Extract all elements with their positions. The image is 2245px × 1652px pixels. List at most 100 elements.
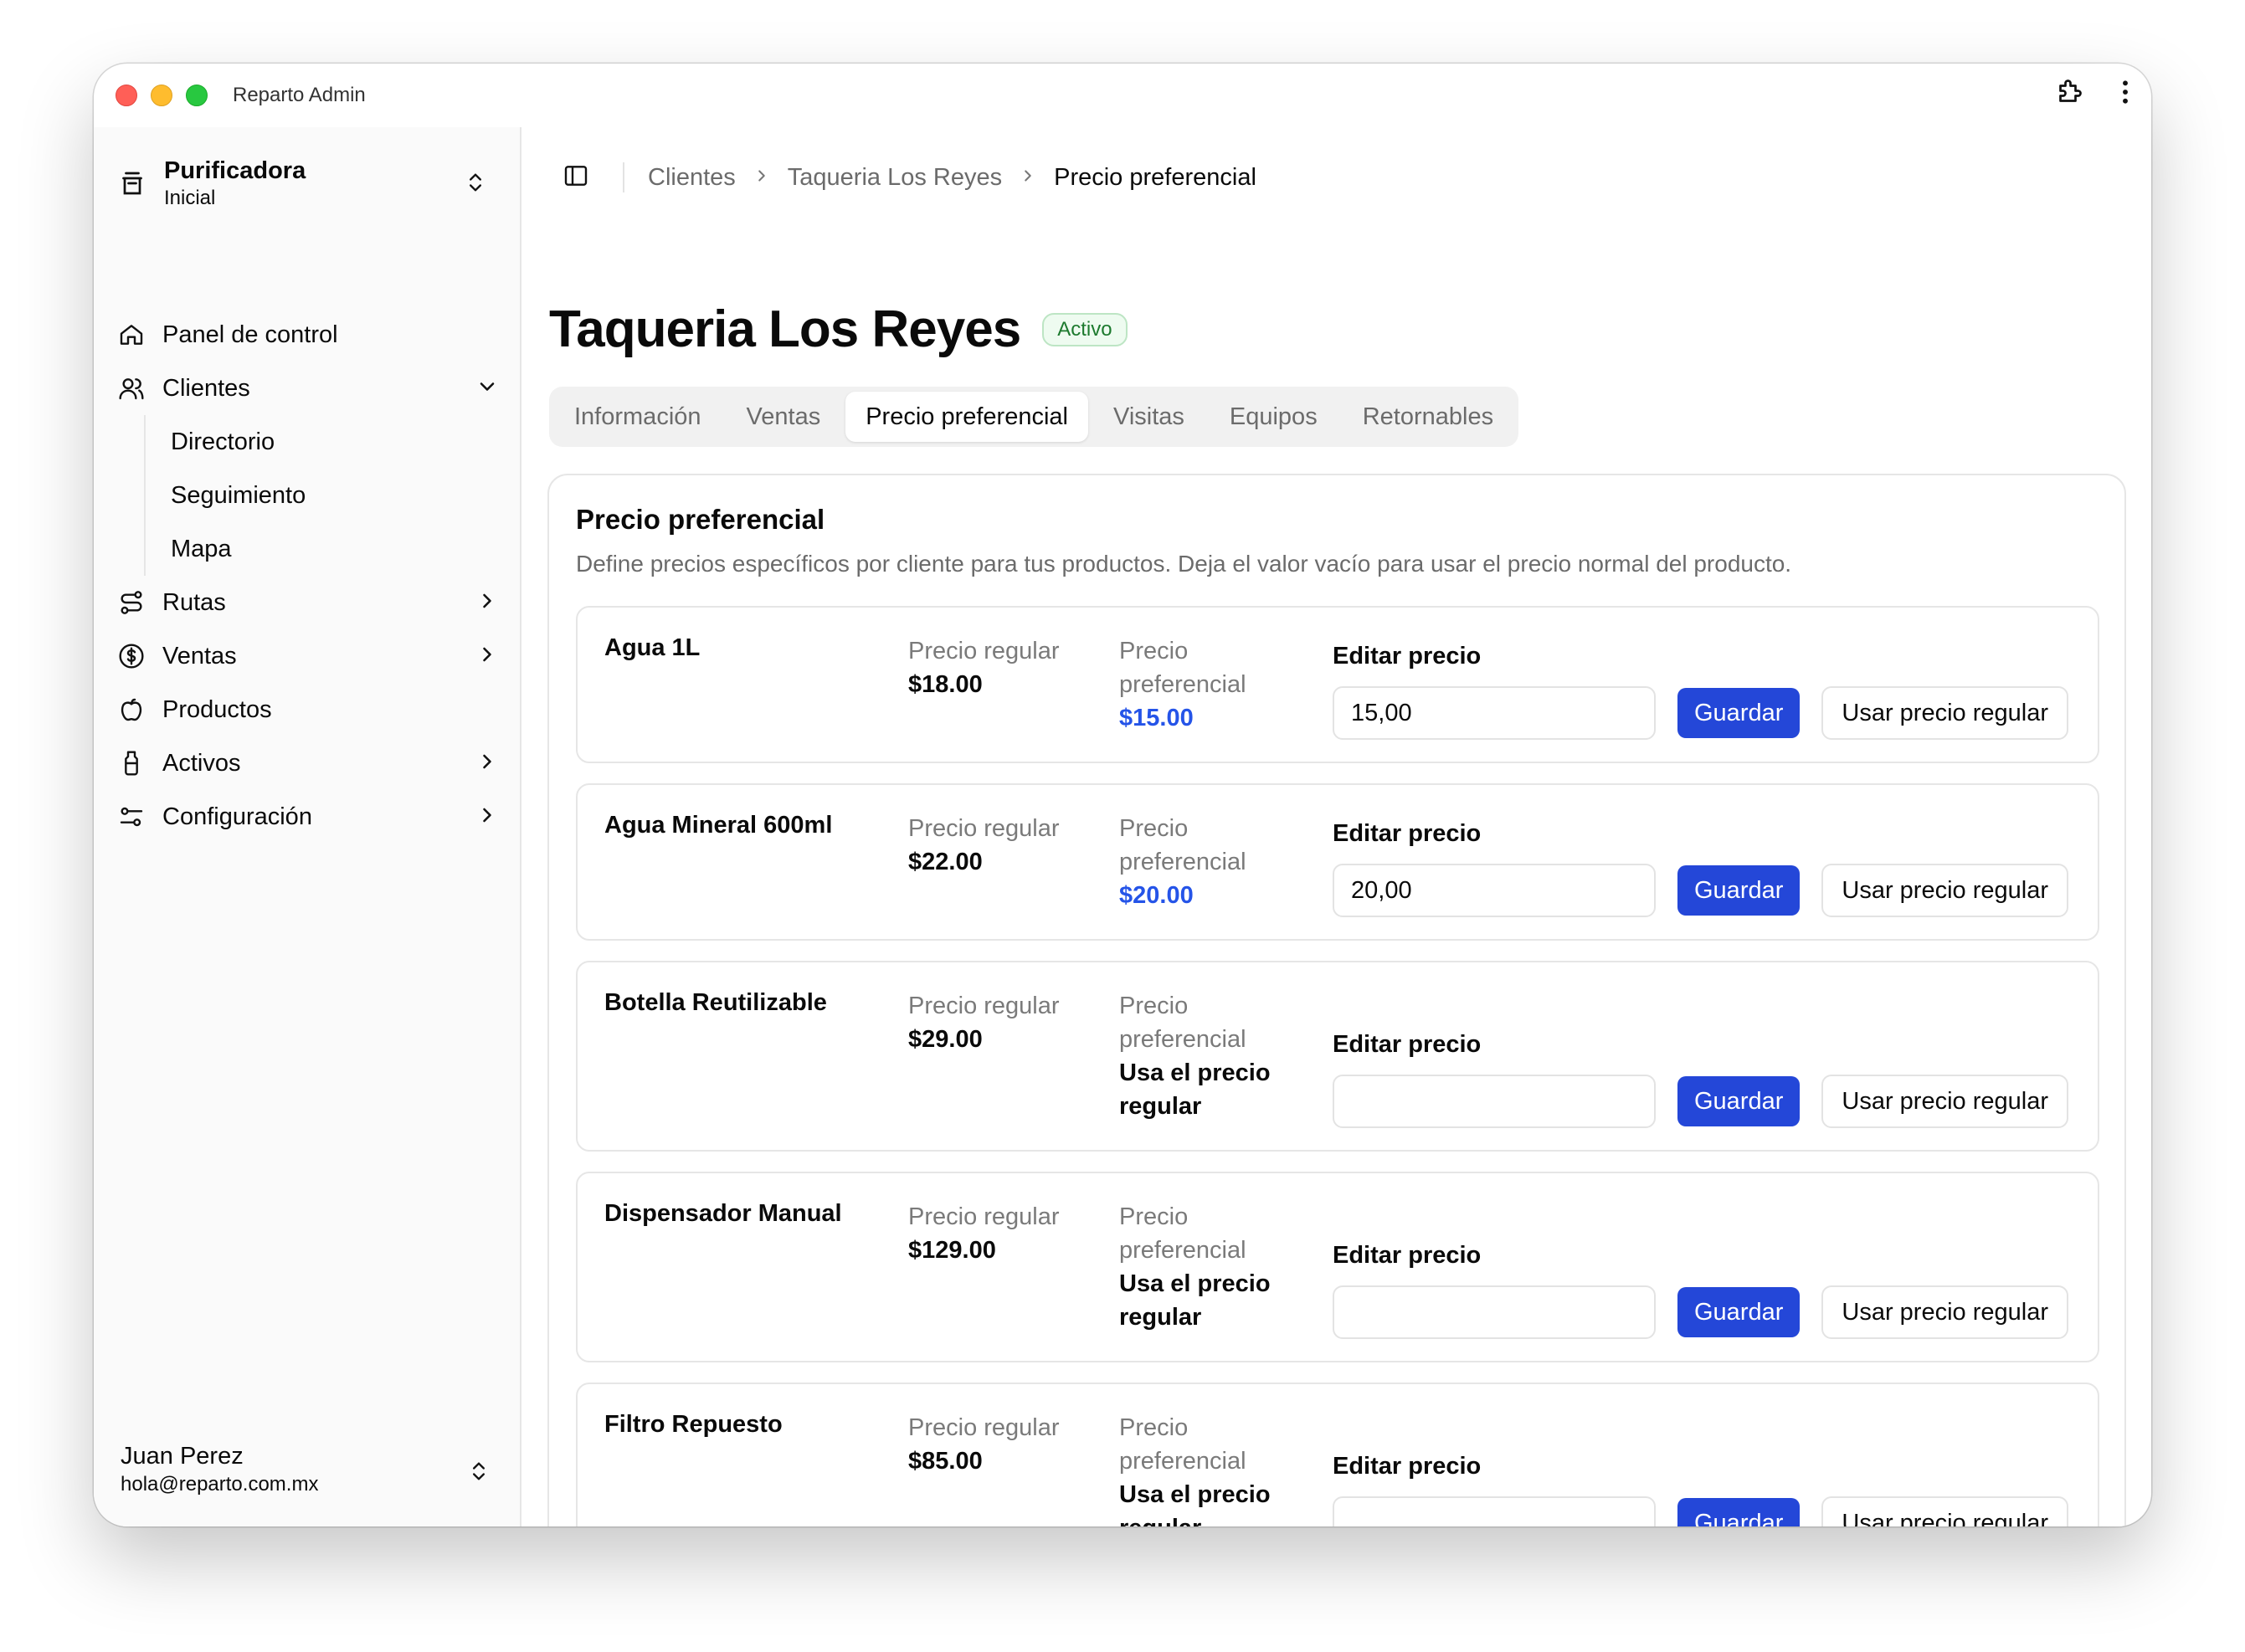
bottle-icon [117,749,146,777]
save-button[interactable]: Guardar [1677,688,1801,738]
sidebar-toggle-icon[interactable] [563,162,589,193]
preferential-price-value: $15.00 [1119,705,1194,731]
card-description: Define precios específicos por cliente p… [576,551,1792,577]
regular-price-value: $85.00 [908,1448,983,1475]
save-button[interactable]: Guardar [1677,865,1801,916]
org-switcher[interactable]: Purificadora Inicial [117,152,502,214]
regular-price-label: Precio regular [908,638,1060,664]
edit-price-group: Editar precio Guardar Usar precio regula… [1333,817,2078,917]
save-button[interactable]: Guardar [1677,1287,1801,1337]
edit-price-group: Editar precio Guardar Usar precio regula… [1333,639,2078,740]
product-name: Agua 1L [604,634,701,661]
save-button[interactable]: Guardar [1677,1498,1801,1526]
route-icon [117,588,146,617]
save-button[interactable]: Guardar [1677,1076,1801,1126]
preferential-price-label: Precio [1119,638,1189,664]
tab-equipos[interactable]: Equipos [1210,392,1338,442]
store-icon [117,168,147,198]
clientes-submenu: Directorio Seguimiento Mapa [144,415,507,576]
preferential-price-label: Precio [1119,1203,1189,1230]
tab-informacion[interactable]: Información [554,392,722,442]
sidebar-item-seguimiento[interactable]: Seguimiento [171,469,507,522]
sidebar-item-clientes[interactable]: Clientes [117,362,507,415]
sidebar-item-configuracion[interactable]: Configuración [117,790,507,844]
app-window: Reparto Admin Purificadora Inicial Panel… [94,64,2151,1526]
product-name: Dispensador Manual [604,1200,842,1227]
title-bar: Reparto Admin [94,64,2151,127]
chevrons-up-down-icon [467,1458,491,1489]
use-regular-price-button[interactable]: Usar precio regular [1821,864,2068,917]
price-input[interactable] [1333,1285,1656,1339]
tab-ventas[interactable]: Ventas [727,392,841,442]
chevron-right-icon [475,750,499,780]
chevron-down-icon [475,375,499,405]
regular-price-value: $22.00 [908,849,983,875]
use-regular-price-button[interactable]: Usar precio regular [1821,1075,2068,1128]
extensions-icon[interactable] [2054,77,2084,107]
product-name: Filtro Repuesto [604,1411,783,1438]
regular-price-column: Precio regular $129.00 [908,1200,1092,1267]
sidebar-item-label: Directorio [171,428,275,455]
user-menu[interactable]: Juan Perez hola@reparto.com.mx [121,1441,502,1503]
edit-price-label: Editar precio [1333,1031,1482,1058]
use-regular-price-button[interactable]: Usar precio regular [1821,686,2068,740]
maximize-window-button[interactable] [186,85,208,106]
close-window-button[interactable] [116,85,137,106]
chevron-right-icon [753,164,771,192]
chevrons-up-down-icon [464,169,487,200]
edit-price-label: Editar precio [1333,643,1482,670]
preferential-price-label: preferencial [1119,1237,1246,1264]
breadcrumb-item-customer[interactable]: Taqueria Los Reyes [788,164,1002,192]
breadcrumb: Clientes Taqueria Los Reyes Precio prefe… [648,164,1256,192]
breadcrumb-item-clientes[interactable]: Clientes [648,164,736,192]
sidebar-item-directorio[interactable]: Directorio [171,415,507,469]
card-title: Precio preferencial [576,504,825,535]
product-name: Botella Reutilizable [604,989,827,1016]
sidebar-item-rutas[interactable]: Rutas [117,576,507,629]
page-header: Taqueria Los Reyes Activo [549,300,1128,359]
sidebar-item-mapa[interactable]: Mapa [171,522,507,576]
preferential-price-column: Precio preferencial $20.00 [1119,812,1287,912]
regular-price-label: Precio regular [908,1414,1060,1441]
sidebar-item-productos[interactable]: Productos [117,683,507,736]
regular-price-label: Precio regular [908,993,1060,1019]
tab-retornables[interactable]: Retornables [1343,392,1513,442]
main-content: Clientes Taqueria Los Reyes Precio prefe… [522,127,2151,1526]
preferential-price-value: $20.00 [1119,882,1194,909]
users-icon [117,374,146,403]
price-input[interactable] [1333,686,1656,740]
regular-price-label: Precio regular [908,1203,1060,1230]
price-input[interactable] [1333,864,1656,917]
edit-price-label: Editar precio [1333,1242,1482,1269]
regular-price-column: Precio regular $18.00 [908,634,1092,701]
preferential-price-label: preferencial [1119,671,1246,698]
chevron-right-icon [475,803,499,834]
tab-visitas[interactable]: Visitas [1093,392,1205,442]
chevron-right-icon [475,643,499,673]
edit-price-group: Editar precio Guardar Usar precio regula… [1333,1028,2078,1128]
sidebar-item-label: Clientes [162,374,250,402]
price-input[interactable] [1333,1075,1656,1128]
preferential-price-label: Precio [1119,815,1189,842]
use-regular-price-button[interactable]: Usar precio regular [1821,1285,2068,1339]
page-title: Taqueria Los Reyes [549,300,1021,358]
product-price-list: Agua 1L Precio regular $18.00 Precio pre… [576,606,2099,1526]
sidebar-item-ventas[interactable]: Ventas [117,629,507,683]
window-controls [116,85,208,106]
toolbar-divider [623,162,624,192]
preferential-price-card: Precio preferencial Define precios espec… [547,474,2126,1526]
tab-precio-preferencial[interactable]: Precio preferencial [845,392,1088,442]
sidebar-item-panel-de-control[interactable]: Panel de control [117,308,507,362]
sidebar-item-activos[interactable]: Activos [117,736,507,790]
regular-price-column: Precio regular $85.00 [908,1411,1092,1478]
use-regular-price-button[interactable]: Usar precio regular [1821,1496,2068,1526]
sidebar-item-label: Configuración [162,803,312,830]
sidebar: Purificadora Inicial Panel de control Cl… [94,127,521,1526]
more-vertical-icon[interactable] [2121,79,2129,105]
dollar-icon [117,642,146,670]
price-input[interactable] [1333,1496,1656,1526]
preferential-price-column: Precio preferencial $15.00 [1119,634,1287,735]
minimize-window-button[interactable] [151,85,172,106]
preferential-price-value: Usa el precio regular [1119,1270,1271,1331]
user-email: hola@reparto.com.mx [121,1473,319,1496]
